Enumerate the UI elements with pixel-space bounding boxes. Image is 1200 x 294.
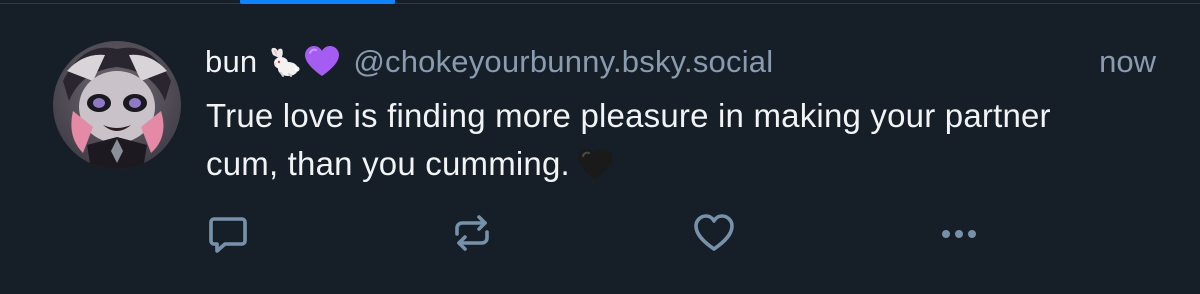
- reply-icon: [209, 217, 247, 253]
- avatar[interactable]: [53, 41, 181, 169]
- more-options-button[interactable]: [931, 205, 987, 261]
- post-header: bun @chokeyourbunny.bsky.social: [205, 40, 773, 84]
- repost-icon: [455, 215, 489, 251]
- post-actions: [0, 205, 1200, 261]
- reply-button[interactable]: [200, 205, 256, 261]
- rabbit-icon: [267, 45, 301, 79]
- black-heart-icon: [577, 146, 612, 194]
- ellipsis-icon: [942, 230, 976, 238]
- top-divider: [0, 3, 1200, 4]
- post-text: True love is finding more pleasure in ma…: [206, 97, 1051, 182]
- purple-heart-icon: [305, 46, 340, 78]
- author-display-name[interactable]: bun: [205, 44, 257, 80]
- repost-button[interactable]: [444, 205, 500, 261]
- active-tab-indicator[interactable]: [240, 0, 395, 4]
- post-body: True love is finding more pleasure in ma…: [206, 92, 1106, 194]
- avatar-image: [53, 41, 181, 169]
- author-handle[interactable]: @chokeyourbunny.bsky.social: [353, 44, 773, 80]
- heart-outline-icon: [694, 214, 734, 251]
- post-timestamp[interactable]: now: [1099, 40, 1156, 84]
- post-view: bun @chokeyourbunny.bsky.social now True…: [0, 0, 1200, 294]
- like-button[interactable]: [686, 205, 742, 261]
